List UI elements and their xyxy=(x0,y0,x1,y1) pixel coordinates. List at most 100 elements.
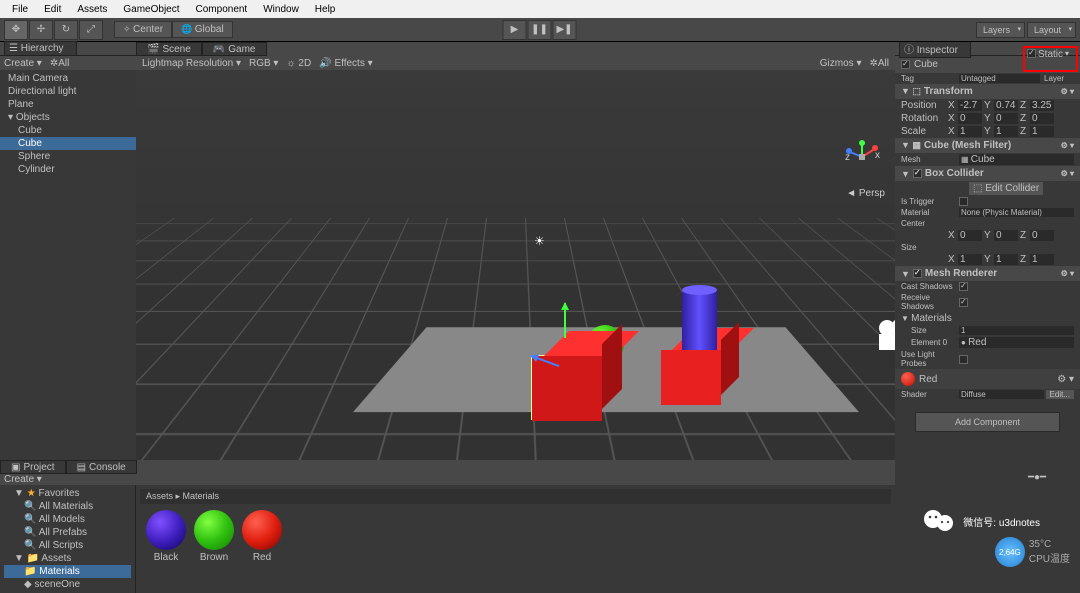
camera-gizmo-icon xyxy=(871,316,895,359)
scale-tool-button[interactable]: ⤢ xyxy=(79,20,103,40)
scl-z-field[interactable]: 1 xyxy=(1030,126,1054,137)
play-button[interactable]: ▶ xyxy=(503,20,527,40)
mesh-field[interactable]: ▦ Cube xyxy=(959,154,1074,165)
game-tab[interactable]: 🎮Game xyxy=(202,42,267,56)
fav-all-models[interactable]: 🔍 All Models xyxy=(4,513,131,526)
project-create-dropdown[interactable]: Create ▾ xyxy=(4,474,42,485)
material-slot-field[interactable]: ● Red xyxy=(959,337,1074,348)
pos-y-field[interactable]: 0.74 xyxy=(994,100,1018,111)
menu-gameobject[interactable]: GameObject xyxy=(115,4,187,15)
pivot-toggle[interactable]: ✧ Center xyxy=(114,21,172,38)
scene-asset[interactable]: ◆ sceneOne xyxy=(4,578,131,591)
menu-window[interactable]: Window xyxy=(255,4,307,15)
fav-all-materials[interactable]: 🔍 All Materials xyxy=(4,500,131,513)
gear-icon[interactable]: ⚙ ▾ xyxy=(1061,141,1074,150)
istrigger-checkbox[interactable] xyxy=(959,197,968,206)
rot-z-field[interactable]: 0 xyxy=(1030,113,1054,124)
perspective-label[interactable]: ◄ Persp xyxy=(846,188,885,199)
rot-y-field[interactable]: 0 xyxy=(994,113,1018,124)
favorites-folder[interactable]: ▼ ★ Favorites xyxy=(4,487,131,500)
cube-object-2 xyxy=(661,350,721,405)
castshadows-checkbox[interactable] xyxy=(959,282,968,291)
hierarchy-item-sphere[interactable]: Sphere xyxy=(0,150,136,163)
game-icon: 🎮 xyxy=(213,44,225,55)
menu-edit[interactable]: Edit xyxy=(36,4,69,15)
scl-x-field[interactable]: 1 xyxy=(958,126,982,137)
material-asset-red[interactable]: Red xyxy=(242,510,282,563)
hierarchy-item-plane[interactable]: Plane xyxy=(0,98,136,111)
gameobject-name-field[interactable]: Cube xyxy=(914,59,938,70)
material-asset-black[interactable]: Black xyxy=(146,510,186,563)
thumbnail-size-slider[interactable]: ━●━ xyxy=(1028,472,1068,483)
fav-all-prefabs[interactable]: 🔍 All Prefabs xyxy=(4,526,131,539)
scene-viewport[interactable]: ☀ zx ◄ Persp xyxy=(136,70,895,460)
meshfilter-component-header[interactable]: ▼ ▦ Cube (Mesh Filter)⚙ ▾ xyxy=(895,138,1080,153)
layers-dropdown[interactable]: Layers xyxy=(976,22,1025,38)
hierarchy-item-main-camera[interactable]: Main Camera xyxy=(0,72,136,85)
static-checkbox[interactable] xyxy=(1027,49,1036,58)
scene-tab[interactable]: 🎬Scene xyxy=(136,42,202,56)
renderer-enabled-checkbox[interactable] xyxy=(913,269,922,278)
hierarchy-item-cube-selected[interactable]: Cube xyxy=(0,137,136,150)
move-tool-button[interactable]: ✢ xyxy=(29,20,53,40)
pos-x-field[interactable]: -2.7 xyxy=(958,100,982,111)
menu-assets[interactable]: Assets xyxy=(69,4,115,15)
tag-dropdown[interactable]: Untagged xyxy=(959,74,1040,83)
fav-all-scripts[interactable]: 🔍 All Scripts xyxy=(4,539,131,552)
cube-object-selected[interactable] xyxy=(531,355,601,420)
2d-toggle[interactable]: ☼ 2D xyxy=(286,58,311,69)
recvshadows-checkbox[interactable] xyxy=(959,298,968,307)
space-toggle[interactable]: 🌐 Global xyxy=(172,21,233,38)
pos-z-field[interactable]: 3.25 xyxy=(1030,100,1054,111)
hierarchy-item-directional-light[interactable]: Directional light xyxy=(0,85,136,98)
draw-mode-dropdown[interactable]: Lightmap Resolution ▾ xyxy=(142,58,241,69)
shader-dropdown[interactable]: Diffuse xyxy=(959,390,1044,399)
hierarchy-item-cube[interactable]: Cube xyxy=(0,124,136,137)
physicmaterial-field[interactable]: None (Physic Material) xyxy=(959,208,1074,217)
gizmos-dropdown[interactable]: Gizmos ▾ xyxy=(820,58,862,69)
assets-folder[interactable]: ▼ 📁 Assets xyxy=(4,552,131,565)
edit-collider-button[interactable]: ⬚ Edit Collider xyxy=(969,182,1043,195)
add-component-button[interactable]: Add Component xyxy=(915,412,1060,432)
render-mode-dropdown[interactable]: RGB ▾ xyxy=(249,58,278,69)
effects-dropdown[interactable]: 🔊 Effects ▾ xyxy=(319,58,372,69)
gear-icon[interactable]: ⚙ ▾ xyxy=(1061,269,1074,278)
gear-icon[interactable]: ⚙ ▾ xyxy=(1057,374,1074,385)
meshrenderer-component-header[interactable]: ▼ Mesh Renderer⚙ ▾ xyxy=(895,266,1080,281)
console-tab[interactable]: ▤ Console xyxy=(66,460,137,474)
project-breadcrumb[interactable]: Assets ▸ Materials xyxy=(140,489,891,504)
boxcollider-component-header[interactable]: ▼ Box Collider⚙ ▾ xyxy=(895,166,1080,181)
menu-component[interactable]: Component xyxy=(188,4,256,15)
pause-button[interactable]: ❚❚ xyxy=(528,20,552,40)
gameobject-enabled-checkbox[interactable] xyxy=(901,60,910,69)
gear-icon[interactable]: ⚙ ▾ xyxy=(1061,87,1074,96)
shader-edit-button[interactable]: Edit... xyxy=(1046,390,1074,399)
step-button[interactable]: ▶❚ xyxy=(553,20,577,40)
temperature-gauge-icon: 2,64G xyxy=(995,537,1025,567)
layout-dropdown[interactable]: Layout xyxy=(1027,22,1076,38)
rot-x-field[interactable]: 0 xyxy=(958,113,982,124)
lightprobes-checkbox[interactable] xyxy=(959,355,968,364)
hierarchy-item-objects[interactable]: ▾ Objects xyxy=(0,111,136,124)
material-asset-brown[interactable]: Brown xyxy=(194,510,234,563)
menu-file[interactable]: File xyxy=(4,4,36,15)
project-tab[interactable]: ▣ Project xyxy=(0,460,66,474)
hierarchy-item-cylinder[interactable]: Cylinder xyxy=(0,163,136,176)
hierarchy-search-filter[interactable]: ✲All xyxy=(50,58,70,69)
hierarchy-tab[interactable]: ☰ Hierarchy xyxy=(4,41,77,56)
cylinder-object xyxy=(682,290,717,350)
hand-tool-button[interactable]: ✥ xyxy=(4,20,28,40)
collider-enabled-checkbox[interactable] xyxy=(913,169,922,178)
rotate-tool-button[interactable]: ↻ xyxy=(54,20,78,40)
menu-help[interactable]: Help xyxy=(307,4,344,15)
gear-icon[interactable]: ⚙ ▾ xyxy=(1061,169,1074,178)
materials-folder[interactable]: 📁 Materials xyxy=(4,565,131,578)
hierarchy-create-dropdown[interactable]: Create ▾ xyxy=(4,58,42,69)
transform-component-header[interactable]: ▼ ⬚ Transform⚙ ▾ xyxy=(895,84,1080,99)
scl-y-field[interactable]: 1 xyxy=(994,126,1018,137)
scene-options-bar: Lightmap Resolution ▾ RGB ▾ ☼ 2D 🔊 Effec… xyxy=(136,56,895,70)
scene-search-filter[interactable]: ✲All xyxy=(869,58,889,69)
material-preview-icon xyxy=(901,372,915,386)
inspector-tab[interactable]: ⓘ Inspector xyxy=(899,42,971,58)
orientation-gizmo[interactable]: zx ◄ Persp xyxy=(845,140,880,175)
